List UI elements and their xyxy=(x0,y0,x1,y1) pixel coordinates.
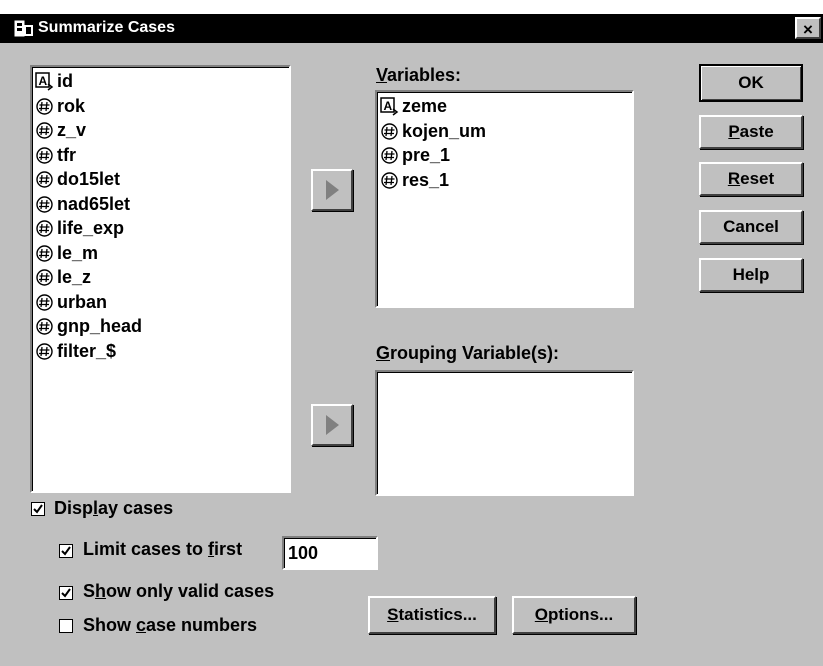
numeric-variable-icon xyxy=(36,318,53,335)
list-item-label: le_z xyxy=(57,267,92,287)
svg-text:A: A xyxy=(39,74,48,88)
checkmark-icon xyxy=(61,588,71,598)
numeric-variable-icon xyxy=(36,342,53,360)
statistics-button[interactable]: Statistics... xyxy=(368,596,496,634)
move-to-grouping-button[interactable] xyxy=(311,404,353,446)
limit-cases-checkbox[interactable] xyxy=(59,544,73,558)
numeric-variable-icon xyxy=(381,147,398,164)
window-title: Summarize Cases xyxy=(38,19,175,36)
list-item-label: z_v xyxy=(57,120,87,140)
list-item-label: do15let xyxy=(57,169,121,189)
source-variable-list[interactable]: Aid rok z_vtfr do15let nad65let life_exp le_ml… xyxy=(30,65,291,493)
show-case-numbers-label: Show case numbers xyxy=(83,615,258,635)
list-item-label: kojen_um xyxy=(402,120,487,141)
list-item-label: pre_1 xyxy=(402,145,451,165)
paste-button[interactable]: Paste xyxy=(699,115,803,149)
list-item-label: rok xyxy=(57,95,86,116)
numeric-variable-icon xyxy=(36,244,53,262)
display-cases-checkbox[interactable] xyxy=(31,502,45,516)
numeric-variable-icon xyxy=(36,195,53,213)
options-button[interactable]: Options... xyxy=(512,596,636,634)
string-variable-icon: A xyxy=(35,72,54,91)
numeric-variable-icon xyxy=(36,146,53,164)
help-button[interactable]: Help xyxy=(699,258,803,292)
show-case-numbers-checkbox[interactable] xyxy=(59,619,73,633)
svg-text:A: A xyxy=(384,99,393,113)
right-arrow-icon xyxy=(326,415,339,435)
list-item-label: tfr xyxy=(57,144,76,165)
right-arrow-icon xyxy=(326,180,339,200)
checkmark-icon xyxy=(33,504,43,514)
string-variable-icon: A xyxy=(380,97,399,116)
reset-button[interactable]: Reset xyxy=(699,162,803,196)
display-cases-label: Display cases xyxy=(54,498,174,518)
show-valid-cases-checkbox[interactable] xyxy=(59,586,73,600)
limit-cases-input[interactable]: 100 xyxy=(282,536,378,570)
show-valid-cases-label: Show only valid cases xyxy=(83,581,275,601)
cancel-button[interactable]: Cancel xyxy=(699,210,803,244)
list-item-label: urban xyxy=(57,291,108,312)
list-item-label: res_1 xyxy=(402,169,450,190)
variables-label: Variables: xyxy=(376,65,462,85)
numeric-variable-icon xyxy=(36,293,53,311)
close-button[interactable]: × xyxy=(795,17,821,39)
summarize-cases-dialog: Summarize Cases × Aid rok z_vtfr do15let nad… xyxy=(0,14,823,666)
checkmark-icon xyxy=(61,546,71,556)
move-to-variables-button[interactable] xyxy=(311,169,353,211)
title-bar[interactable]: Summarize Cases × xyxy=(0,14,823,43)
list-item-label: nad65let xyxy=(57,193,131,214)
variables-list[interactable]: Azeme kojen_um pre_1 res_1 xyxy=(375,90,634,308)
grouping-variable-list[interactable] xyxy=(375,370,634,496)
list-item-label: le_m xyxy=(57,242,99,263)
list-item-label: gnp_head xyxy=(57,316,143,336)
list-item-label: id xyxy=(57,71,73,91)
ok-button[interactable]: OK xyxy=(699,64,803,102)
numeric-variable-icon xyxy=(36,97,53,115)
list-item-label: life_exp xyxy=(57,218,125,238)
numeric-variable-icon xyxy=(36,122,53,139)
numeric-variable-icon xyxy=(36,220,53,237)
app-icon xyxy=(14,20,33,37)
list-item-label: zeme xyxy=(402,96,448,116)
numeric-variable-icon xyxy=(36,171,53,188)
numeric-variable-icon xyxy=(381,122,398,140)
grouping-label: Grouping Variable(s): xyxy=(376,343,560,363)
numeric-variable-icon xyxy=(381,171,398,189)
limit-cases-label: Limit cases to first xyxy=(83,539,243,559)
numeric-variable-icon xyxy=(36,269,53,286)
list-item-label: filter_$ xyxy=(57,340,117,361)
